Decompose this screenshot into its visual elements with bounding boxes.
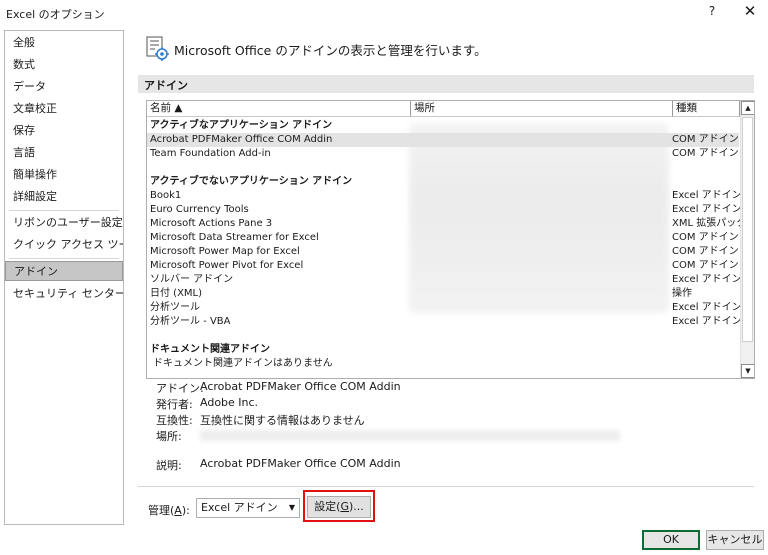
go-settings-button[interactable]: 設定(G)... (307, 496, 371, 518)
manage-label: 管理(A): (148, 504, 190, 517)
list-item[interactable]: Acrobat PDFMaker Office COM Addin COM アド… (147, 133, 739, 147)
sidebar-item-advanced[interactable]: 詳細設定 (5, 187, 123, 207)
sidebar-separator (9, 258, 119, 259)
list-item-note: ドキュメント関連アドインはありません (153, 358, 333, 369)
divider (138, 486, 754, 487)
title-bar: Excel のオプション ? ✕ (0, 0, 768, 26)
addins-panel: Microsoft Office のアドインの表示と管理を行います。 アドイン … (132, 30, 762, 525)
group-active-addins: アクティブなアプリケーション アドイン (150, 120, 333, 131)
sidebar-separator (9, 210, 119, 211)
list-item[interactable]: Microsoft Data Streamer for Excel COM アド… (147, 231, 739, 245)
sidebar-item-data[interactable]: データ (5, 77, 123, 97)
scroll-down-arrow-icon[interactable]: ▼ (741, 364, 754, 378)
scroll-up-arrow-icon[interactable]: ▲ (741, 101, 754, 115)
section-title: アドイン (144, 79, 188, 92)
close-button[interactable]: ✕ (740, 2, 760, 20)
list-item[interactable]: 日付 (XML) 操作 (147, 287, 739, 301)
column-header-type[interactable]: 種類 (673, 101, 740, 117)
group-inactive-addins: アクティブでないアプリケーション アドイン (150, 176, 353, 187)
sidebar-item-save[interactable]: 保存 (5, 121, 123, 141)
sidebar-item-language[interactable]: 言語 (5, 143, 123, 163)
list-item[interactable]: 分析ツール Excel アドイン (147, 301, 742, 315)
sidebar-item-accessibility[interactable]: 簡単操作 (5, 165, 123, 185)
options-sidebar: 全般 数式 データ 文章校正 保存 言語 簡単操作 詳細設定 リボンのユーザー設… (4, 30, 124, 525)
sidebar-item-addins[interactable]: アドイン (5, 261, 123, 281)
list-item[interactable]: Microsoft Actions Pane 3 XML 拡張パック (147, 217, 746, 231)
sidebar-item-trust-center[interactable]: セキュリティ センター (5, 284, 123, 304)
addin-gear-icon (146, 36, 170, 62)
window-title: Excel のオプション (6, 8, 105, 21)
sidebar-item-quick-access-toolbar[interactable]: クイック アクセス ツール バー (5, 235, 123, 255)
addin-list[interactable]: 名前 ▲ 場所 種類 アクティブなアプリケーション アドイン Acrobat P… (146, 100, 755, 379)
list-item[interactable]: Euro Currency Tools Excel アドイン (147, 203, 742, 217)
sidebar-item-proofing[interactable]: 文章校正 (5, 99, 123, 119)
list-item[interactable]: 分析ツール - VBA Excel アドイン (147, 315, 742, 329)
sidebar-item-general[interactable]: 全般 (5, 33, 123, 53)
section-header: アドイン (138, 75, 754, 93)
column-header-name[interactable]: 名前 ▲ (147, 101, 411, 117)
list-item[interactable]: Team Foundation Add-in COM アドイン (147, 147, 739, 161)
column-header-location[interactable]: 場所 (411, 101, 673, 117)
group-document-addins: ドキュメント関連アドイン (150, 344, 270, 355)
list-item[interactable]: ソルバー アドイン Excel アドイン (147, 273, 742, 287)
detail-location: 場所: (146, 428, 666, 444)
location-blurred-value (200, 430, 620, 441)
ok-button[interactable]: OK (642, 530, 700, 550)
scroll-thumb[interactable] (742, 117, 753, 342)
sidebar-item-customize-ribbon[interactable]: リボンのユーザー設定 (5, 213, 123, 233)
list-item[interactable]: Microsoft Power Pivot for Excel COM アドイン (147, 259, 739, 273)
dropdown-arrow-icon: ▼ (288, 503, 295, 512)
cancel-button[interactable]: キャンセル (706, 530, 764, 550)
list-scrollbar[interactable]: ▲ ▼ (740, 101, 754, 378)
page-header-text: Microsoft Office のアドインの表示と管理を行います。 (174, 43, 487, 58)
list-item[interactable]: Book1 Excel アドイン (147, 189, 742, 203)
sidebar-item-formulas[interactable]: 数式 (5, 55, 123, 75)
list-item[interactable]: Microsoft Power Map for Excel COM アドイン (147, 245, 739, 259)
help-button[interactable]: ? (704, 4, 720, 18)
manage-dropdown[interactable]: Excel アドイン ▼ (196, 498, 300, 518)
